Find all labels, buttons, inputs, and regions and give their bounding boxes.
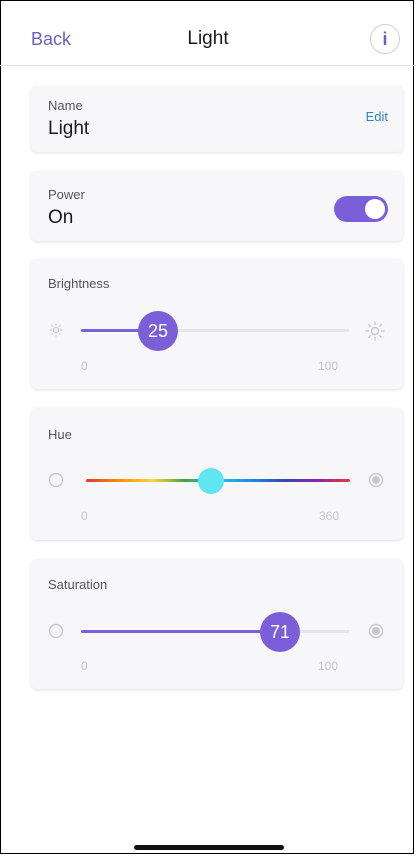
brightness-track[interactable] <box>81 329 349 332</box>
name-label: Name <box>48 98 83 113</box>
page-title: Light <box>187 28 229 49</box>
saturation-min-label: 0 <box>81 659 88 673</box>
circle-filled-icon <box>368 623 384 639</box>
saturation-label: Saturation <box>48 577 108 592</box>
name-card: Name Light Edit <box>31 86 403 152</box>
hue-label: Hue <box>48 427 72 442</box>
brightness-thumb[interactable]: 25 <box>138 311 178 351</box>
saturation-track[interactable] <box>81 630 349 633</box>
circle-outline-icon <box>48 623 64 639</box>
brightness-label: Brightness <box>48 276 110 291</box>
home-indicator[interactable] <box>134 845 284 850</box>
saturation-card: Saturation 71 0 100 <box>31 559 403 689</box>
info-button[interactable]: i <box>370 24 400 54</box>
power-toggle[interactable] <box>334 196 388 222</box>
power-label: Power <box>48 187 85 202</box>
saturation-max-label: 100 <box>318 659 339 673</box>
saturation-track-fill <box>81 630 271 633</box>
sun-large-icon <box>364 320 386 342</box>
hue-thumb[interactable] <box>198 468 224 494</box>
hue-card: Hue 0 360 <box>31 408 403 540</box>
sun-small-icon <box>48 322 64 338</box>
brightness-card: Brightness 25 0 100 <box>31 259 403 389</box>
circle-outline-icon <box>48 472 64 488</box>
power-card: Power On <box>31 171 403 241</box>
edit-button[interactable]: Edit <box>366 109 388 124</box>
power-value: On <box>48 207 74 228</box>
hue-min-label: 0 <box>81 509 88 523</box>
brightness-max-label: 100 <box>318 359 339 373</box>
name-value: Light <box>48 118 90 139</box>
hue-max-label: 360 <box>319 509 340 523</box>
brightness-min-label: 0 <box>81 359 88 373</box>
circle-filled-icon <box>368 472 384 488</box>
toggle-knob <box>365 199 385 219</box>
info-icon: i <box>382 28 388 49</box>
navigation-bar: Back Light i <box>0 0 416 66</box>
saturation-thumb[interactable]: 71 <box>260 612 300 652</box>
